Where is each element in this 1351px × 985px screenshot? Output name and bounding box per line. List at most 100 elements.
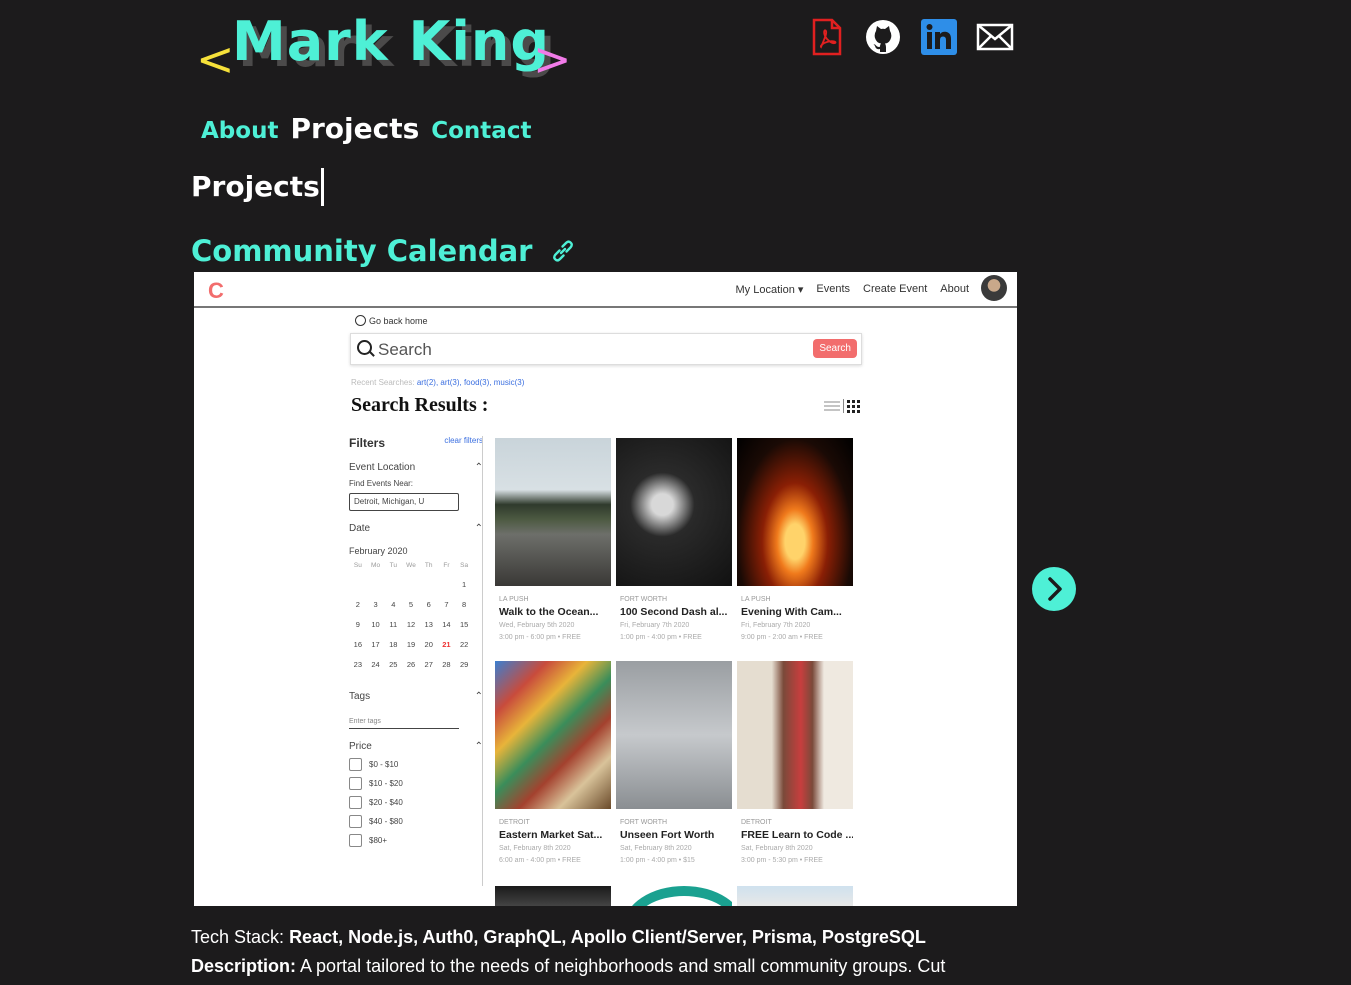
chevron-right-icon (1048, 577, 1062, 601)
calendar-day: 17 (371, 640, 380, 649)
price-row: Price ⌃ (349, 741, 483, 752)
event-time: 3:00 pm - 5:30 pm • FREE (741, 857, 823, 864)
event-date: Sat, February 8th 2020 (741, 845, 813, 852)
app-nav-create: Create Event (863, 283, 928, 295)
price-option: $40 - $80 (349, 815, 483, 828)
date-label: Date (349, 523, 371, 534)
price-option: $0 - $10 (349, 758, 483, 771)
desc-label: Description: (191, 956, 297, 976)
calendar-day: 5 (408, 600, 414, 609)
event-time: 6:00 am - 4:00 pm • FREE (499, 857, 581, 864)
calendar-day: 4 (391, 600, 396, 609)
project-title-link[interactable]: Community Calendar (191, 234, 576, 268)
card-image-partial (737, 886, 853, 906)
view-toggle (824, 399, 860, 413)
price-option-label: $80+ (369, 836, 388, 845)
antenna-photo (616, 661, 732, 809)
carousel-next-button[interactable] (1032, 567, 1076, 611)
calendar-day (402, 580, 420, 589)
calendar-day: 13 (424, 620, 433, 629)
calendar-weekday: Sa (460, 562, 469, 569)
event-date: Sat, February 8th 2020 (620, 845, 692, 852)
main-nav: About Projects Contact (201, 112, 531, 145)
calendar-day: 7 (444, 600, 449, 609)
calendar-day: 20 (424, 640, 433, 649)
tech-label: Tech Stack: (191, 927, 285, 947)
event-date: Sat, February 8th 2020 (499, 845, 571, 852)
calendar-day: 3 (373, 600, 378, 609)
event-card: LA PUSH Evening With Cam... Fri, February … (737, 438, 853, 661)
link-icon[interactable] (550, 238, 576, 264)
event-meta: Sat, February 8th 2020 3:00 pm - 5:30 pm … (741, 843, 853, 867)
logo-left-bracket: < (196, 32, 235, 86)
go-back-label: Go back home (369, 315, 428, 326)
calendar-day: 23 (353, 660, 363, 669)
calendar-day (438, 580, 456, 589)
calendar-weekday: Mo (371, 562, 381, 569)
filters-header: Filters clear filters (349, 436, 483, 450)
event-card: FORT WORTH 100 Second Dash al... Fri, Febr… (616, 438, 732, 661)
tags-label: Tags (349, 691, 371, 702)
section-title: Projects (191, 168, 324, 206)
calendar-day (384, 580, 402, 589)
list-view-icon (824, 401, 840, 411)
app-nav-links: My Location ▾ Events Create Event About (736, 283, 969, 296)
calendar-day: 26 (406, 660, 416, 669)
price-options: $0 - $10 $10 - $20 $20 - $40 $40 - $80 $80+ (349, 758, 483, 847)
calendar-day: 12 (406, 620, 416, 629)
recent-values: art(2), art(3), food(3), music(3) (416, 378, 525, 387)
nav-contact[interactable]: Contact (431, 118, 531, 144)
clear-filters: clear filters (444, 436, 483, 445)
project-screenshot[interactable]: C My Location ▾ Events Create Event Abou… (194, 272, 1017, 906)
calendar-day: 24 (371, 660, 380, 669)
back-arrow-icon (355, 315, 366, 326)
social-links (808, 18, 1014, 56)
event-title: 100 Second Dash al... (620, 606, 728, 618)
calendar-weekday: We (406, 562, 416, 569)
app-logo: C (208, 278, 224, 303)
event-meta: Sat, February 8th 2020 1:00 pm - 4:00 pm … (620, 843, 732, 867)
price-option-label: $20 - $40 (369, 798, 403, 807)
grid-view-icon (847, 399, 860, 413)
calendar-month: February 2020 (349, 546, 408, 556)
event-time: 1:00 pm - 4:00 pm • $15 (620, 857, 695, 864)
pdf-resume-icon[interactable] (808, 18, 846, 56)
sea-stack-photo (495, 438, 611, 586)
tags-row: Tags ⌃ (349, 691, 483, 702)
card-image-partial (616, 886, 732, 906)
calendar-day: 25 (389, 660, 398, 669)
event-location-label: Event Location (349, 462, 416, 473)
calendar-day: 28 (442, 660, 451, 669)
event-time: 9:00 pm - 2:00 am • FREE (741, 634, 823, 641)
event-location-row: Event Location ⌃ (349, 462, 483, 473)
calendar-day: 16 (353, 640, 363, 649)
nav-projects[interactable]: Projects (290, 112, 419, 145)
linkedin-icon[interactable] (920, 18, 958, 56)
avatar (981, 275, 1007, 301)
calendar-day: 2 (355, 600, 360, 609)
calendar-day: 29 (459, 660, 469, 669)
event-title: Eastern Market Sat... (499, 829, 603, 841)
search-icon (357, 340, 372, 355)
app-nav-location: My Location ▾ (735, 284, 804, 296)
tech-value: React, Node.js, Auth0, GraphQL, Apollo C… (289, 927, 926, 947)
calendar-day: 15 (459, 620, 469, 629)
calendar-day: 8 (462, 600, 467, 609)
app-search-bar: Search Search (350, 333, 862, 365)
filters-title: Filters (349, 436, 386, 450)
event-city: FORT WORTH (620, 596, 668, 603)
nav-about[interactable]: About (201, 118, 278, 144)
event-cards: LA PUSH Walk to the Ocean... Wed, February… (495, 438, 853, 884)
github-icon[interactable] (864, 18, 902, 56)
date-row: Date ⌃ (349, 523, 483, 534)
calendar-grid: Su Mo Tu We Th Fr Sa 1 2 3 4 5 6 7 8 9 10 11 12 13 14 15 16 17 1… (349, 562, 473, 669)
event-date: Wed, February 5th 2020 (499, 622, 575, 629)
event-meta: Fri, February 7th 2020 9:00 pm - 2:00 am … (741, 620, 853, 644)
speaker-photo (737, 661, 853, 809)
app-search-placeholder: Search (378, 340, 432, 359)
calendar-day: 27 (424, 660, 433, 669)
email-icon[interactable] (976, 18, 1014, 56)
event-date: Fri, February 7th 2020 (741, 622, 811, 629)
event-city: DETROIT (499, 819, 530, 826)
checkbox-icon (349, 834, 362, 847)
